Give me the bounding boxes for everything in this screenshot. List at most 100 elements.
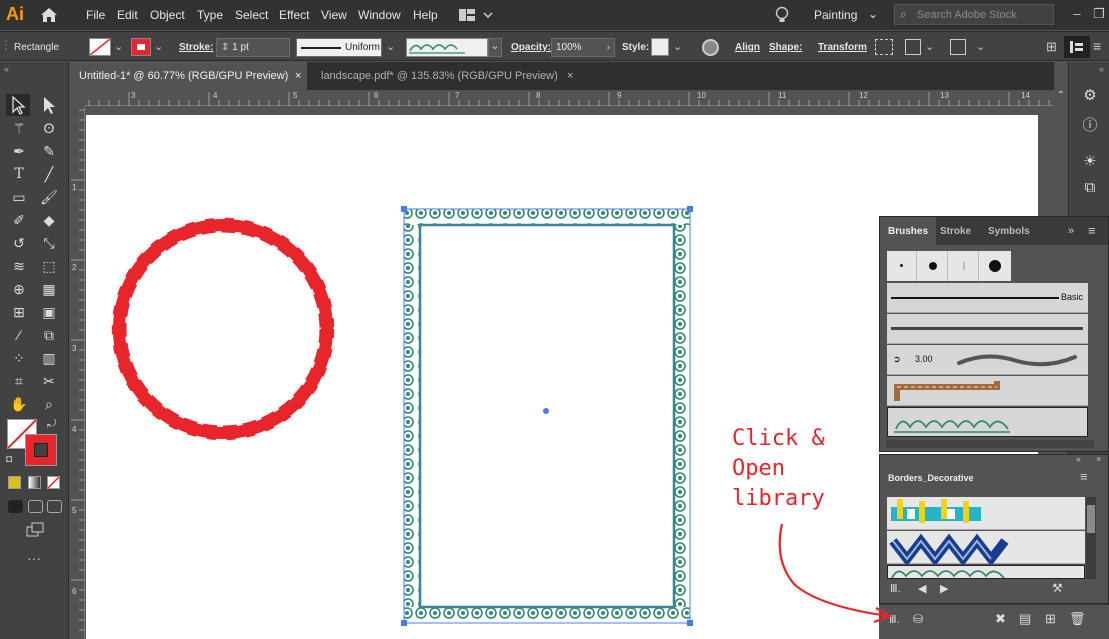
close-icon[interactable]: × — [567, 70, 573, 82]
gradient-tool-icon[interactable]: ▣ — [38, 302, 60, 322]
perspective-grid-icon[interactable]: ▦ — [38, 279, 60, 299]
tab-stroke[interactable]: Stroke — [932, 217, 979, 245]
artboard-tool-icon[interactable]: ⌗ — [8, 371, 30, 391]
menu-effect[interactable]: Effect — [279, 8, 309, 22]
menu-help[interactable]: Help — [413, 8, 438, 22]
line-tool-icon[interactable]: ╱ — [38, 164, 60, 184]
brightness-icon[interactable]: ☀ — [1079, 152, 1101, 174]
lasso-icon[interactable]: ʘ — [38, 118, 60, 138]
library-tab[interactable]: Borders_Decorative — [880, 467, 980, 489]
search-stock-input[interactable]: ⌕ Search Adobe Stock — [894, 4, 1054, 25]
minimize-button[interactable]: – — [1067, 6, 1087, 22]
chevron-down-icon[interactable]: ⌄ — [488, 38, 502, 57]
swap-colors-icon[interactable]: ⤾ — [47, 418, 56, 431]
remove-brush-stroke-icon[interactable]: ✖ — [995, 611, 1006, 627]
scale-tool-icon[interactable]: ⤡ — [38, 233, 60, 253]
draw-normal-icon[interactable] — [8, 500, 23, 513]
scroll-up-icon[interactable]: ⌃ — [1054, 90, 1068, 106]
recolor-artwork-icon[interactable] — [702, 39, 719, 56]
default-colors-icon[interactable]: ◘ — [6, 454, 12, 465]
menu-view[interactable]: View — [321, 8, 347, 22]
draw-behind-icon[interactable] — [28, 500, 43, 513]
symbol-sprayer-icon[interactable]: ⁘ — [8, 348, 30, 368]
chevron-down-icon[interactable]: ⌄ — [386, 40, 395, 53]
tab-untitled[interactable]: Untitled-1* @ 60.77% (RGB/GPU Preview) — [69, 62, 307, 90]
hand-tool-icon[interactable]: ✋ — [8, 394, 30, 414]
selection-tool[interactable] — [6, 94, 30, 116]
chevron-down-icon[interactable]: ⌄ — [114, 40, 123, 53]
brush-calligraphic[interactable]: ➲ 3.00 — [887, 345, 1088, 375]
panel-menu-icon[interactable]: ≡ — [1080, 469, 1088, 484]
curvature-tool-icon[interactable]: ✎ — [38, 141, 60, 161]
export-icon[interactable]: ⧉ — [1079, 179, 1101, 201]
collapse-icon[interactable]: « — [1099, 64, 1104, 74]
library-scrollbar[interactable] — [1086, 497, 1096, 579]
next-library-icon[interactable]: ▶ — [940, 582, 948, 595]
isolate-icon[interactable] — [875, 39, 893, 55]
none-mode-icon[interactable] — [47, 476, 60, 489]
fill-swatch[interactable] — [89, 38, 111, 56]
screen-mode-icon[interactable] — [25, 522, 45, 538]
menu-edit[interactable]: Edit — [117, 8, 138, 22]
free-transform-icon[interactable]: ⬚ — [38, 256, 60, 276]
home-icon[interactable] — [40, 7, 58, 23]
brush-swatch[interactable] — [918, 251, 948, 281]
stroke-swatch[interactable] — [131, 38, 151, 56]
shape-builder-icon[interactable]: ⊕ — [8, 279, 30, 299]
warp-tool-icon[interactable]: ≋ — [8, 256, 30, 276]
direct-selection-tool[interactable] — [38, 95, 60, 115]
menu-type[interactable]: Type — [197, 8, 223, 22]
panel-menu-icon[interactable]: ≡ — [1088, 223, 1096, 238]
close-icon[interactable]: × — [295, 70, 301, 82]
rotate-tool-icon[interactable]: ↺ — [8, 233, 30, 253]
brush-swatch[interactable] — [949, 251, 979, 281]
lightbulb-icon[interactable] — [775, 6, 789, 24]
grid-icon[interactable]: ⊞ — [1046, 39, 1057, 55]
maximize-button[interactable]: ❐ — [1089, 6, 1109, 22]
tab-brushes[interactable]: Brushes — [880, 217, 937, 245]
slice-tool-icon[interactable]: ✂ — [38, 371, 60, 391]
magic-wand-icon[interactable]: ⚚ — [8, 118, 30, 138]
select-similar-icon[interactable] — [950, 39, 966, 55]
chevron-down-icon[interactable]: ⌄ — [673, 40, 682, 53]
expand-icon[interactable]: » — [1068, 225, 1074, 237]
type-tool-icon[interactable]: T — [8, 164, 30, 184]
shaper-tool-icon[interactable]: ✐ — [8, 210, 30, 230]
column-graph-icon[interactable]: ▥ — [38, 348, 60, 368]
tab-landscape[interactable]: landscape.pdf* @ 135.83% (RGB/GPU Previe… — [311, 62, 581, 90]
color-mode-icon[interactable] — [8, 476, 21, 489]
arrange-documents-icon[interactable] — [459, 8, 493, 22]
collapse-icon[interactable]: « — [4, 64, 9, 74]
panel-scrollbar[interactable] — [886, 440, 1094, 448]
gradient-mode-icon[interactable] — [28, 476, 41, 489]
brush-basic[interactable]: Basic — [887, 283, 1088, 313]
opacity-field[interactable]: 100% › — [551, 38, 615, 57]
menu-select[interactable]: Select — [235, 8, 268, 22]
brush-definition[interactable] — [406, 38, 488, 57]
eraser-icon[interactable]: ◆ — [38, 210, 60, 230]
stroke-weight-field[interactable]: ⇕ 1 pt — [216, 38, 290, 57]
style-swatch[interactable] — [651, 38, 669, 56]
tab-symbols[interactable]: Symbols — [980, 217, 1038, 245]
chevron-down-icon[interactable]: ⌄ — [976, 40, 985, 53]
library-brush-item[interactable] — [887, 497, 1085, 530]
stroke-color-box[interactable] — [25, 434, 57, 466]
blend-tool-icon[interactable]: ⧉ — [38, 325, 60, 345]
brush-decorative-border[interactable] — [887, 407, 1088, 437]
menu-file[interactable]: File — [86, 8, 105, 22]
chevron-down-icon[interactable]: ⌄ — [154, 40, 163, 53]
brush-swatch[interactable] — [887, 251, 917, 281]
zoom-tool-icon[interactable]: ⌕ — [38, 394, 60, 414]
menu-window[interactable]: Window — [358, 8, 401, 22]
paintbrush-icon[interactable]: 🖌 — [38, 187, 60, 207]
menu-object[interactable]: Object — [150, 8, 185, 22]
opacity-label[interactable]: Opacity: — [511, 42, 551, 53]
close-icon[interactable]: × — [1096, 454, 1101, 464]
library-brush-item[interactable] — [887, 531, 1085, 564]
stroke-label[interactable]: Stroke: — [179, 42, 213, 53]
align-link[interactable]: Align — [735, 42, 760, 53]
eyedropper-icon[interactable]: ⁄ — [8, 325, 30, 345]
info-icon[interactable]: ⓘ — [1079, 114, 1101, 136]
options-icon[interactable]: ▤ — [1019, 611, 1031, 627]
variable-width-profile[interactable]: Uniform — [296, 38, 382, 57]
